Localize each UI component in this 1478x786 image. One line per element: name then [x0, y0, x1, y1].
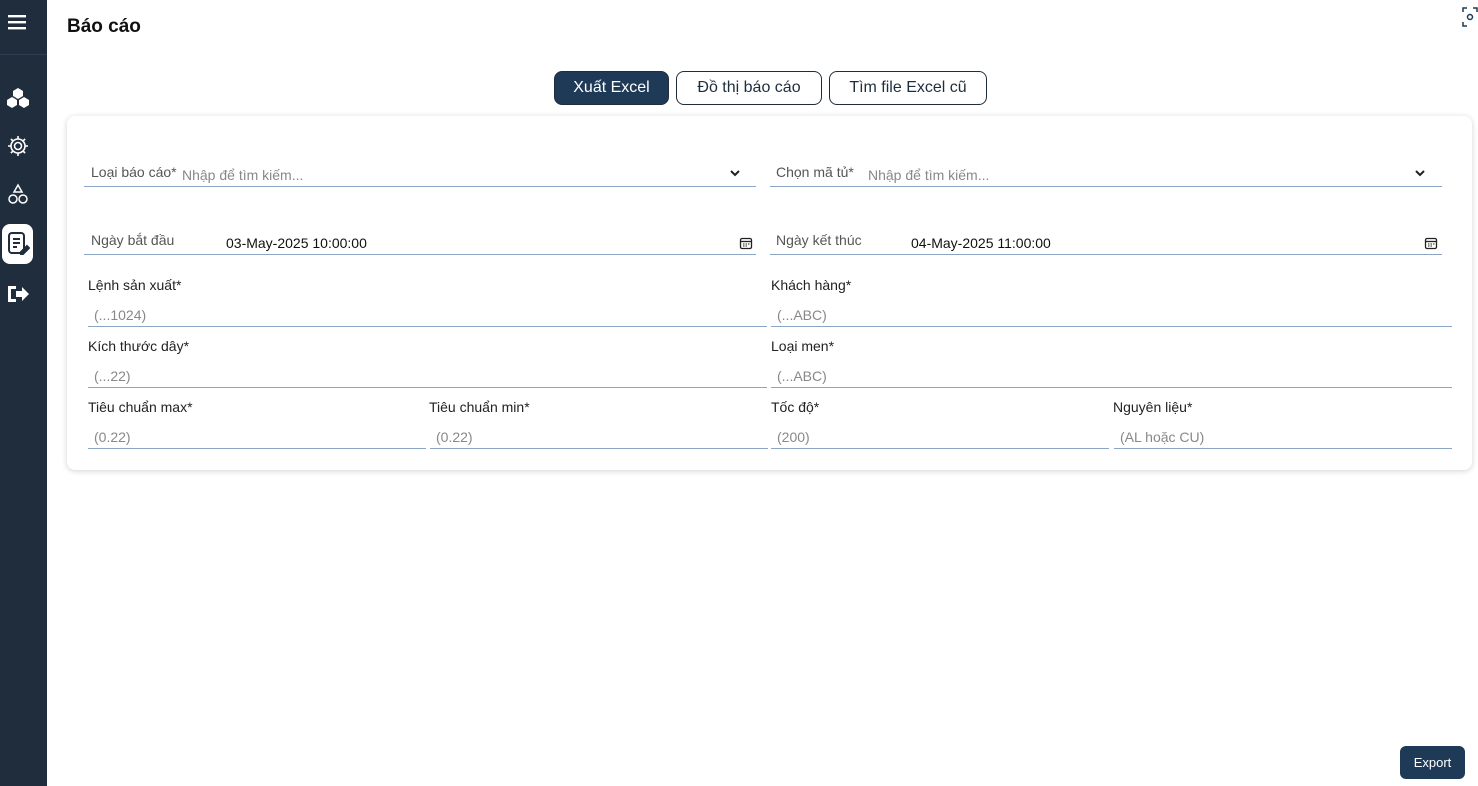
enamel-type-placeholder: (...ABC) [777, 368, 827, 384]
calendar-icon[interactable] [739, 236, 753, 250]
boxes-icon[interactable] [2, 82, 34, 114]
material-placeholder: (AL hoặc CU) [1120, 429, 1205, 445]
end-date-value: 04-May-2025 11:00:00 [911, 235, 1051, 251]
page-title: Báo cáo [67, 16, 141, 37]
report-tabs: Xuất Excel Đồ thị báo cáo Tìm file Excel… [554, 71, 987, 105]
std-max-input[interactable]: (0.22) [88, 425, 426, 449]
gear-icon[interactable] [2, 130, 34, 162]
report-type-placeholder: Nhập để tìm kiếm... [182, 167, 304, 183]
end-date-label: Ngày kết thúc [776, 232, 862, 248]
std-max-placeholder: (0.22) [94, 429, 131, 445]
chevron-down-icon[interactable] [1413, 166, 1427, 180]
screenshot-icon[interactable] [1462, 6, 1478, 28]
tab-export-excel[interactable]: Xuất Excel [554, 71, 669, 105]
material-label: Nguyên liệu* [1113, 399, 1193, 415]
cabinet-select[interactable]: Chọn mã tủ* Nhập để tìm kiếm... [770, 156, 1442, 187]
production-order-input[interactable]: (...1024) [88, 303, 767, 327]
chevron-down-icon[interactable] [728, 166, 742, 180]
material-input[interactable]: (AL hoặc CU) [1114, 425, 1452, 449]
tab-report-chart[interactable]: Đồ thị báo cáo [676, 71, 822, 105]
report-icon[interactable] [2, 224, 33, 264]
production-order-placeholder: (...1024) [94, 307, 147, 323]
report-type-select[interactable]: Loại báo cáo* Nhập để tìm kiếm... [84, 156, 756, 187]
speed-label: Tốc độ* [771, 399, 820, 415]
cabinet-placeholder: Nhập để tìm kiếm... [868, 167, 990, 183]
customer-label: Khách hàng* [771, 277, 852, 293]
materials-icon[interactable] [2, 178, 34, 210]
wire-size-placeholder: (...22) [94, 368, 131, 384]
speed-placeholder: (200) [777, 429, 810, 445]
std-min-input[interactable]: (0.22) [430, 425, 768, 449]
sidebar-divider [0, 54, 47, 55]
menu-icon[interactable] [5, 9, 29, 35]
cabinet-label: Chọn mã tủ* [776, 164, 854, 180]
std-max-label: Tiêu chuẩn max* [88, 399, 193, 415]
end-date-field[interactable]: Ngày kết thúc 04-May-2025 11:00:00 [770, 226, 1442, 255]
start-date-label: Ngày bắt đầu [91, 232, 175, 248]
logout-icon[interactable] [2, 278, 34, 310]
customer-input[interactable]: (...ABC) [771, 303, 1452, 327]
tab-find-old-excel[interactable]: Tìm file Excel cũ [829, 71, 987, 105]
report-form-card: Loại báo cáo* Nhập để tìm kiếm... Chọn m… [67, 116, 1472, 470]
report-type-label: Loại báo cáo* [91, 164, 177, 180]
wire-size-input[interactable]: (...22) [88, 364, 767, 388]
wire-size-label: Kích thước dây* [88, 338, 190, 354]
enamel-type-input[interactable]: (...ABC) [771, 364, 1452, 388]
speed-input[interactable]: (200) [771, 425, 1109, 449]
customer-placeholder: (...ABC) [777, 307, 827, 323]
start-date-value: 03-May-2025 10:00:00 [226, 235, 367, 251]
std-min-placeholder: (0.22) [436, 429, 473, 445]
production-order-label: Lệnh sản xuất* [88, 277, 182, 293]
std-min-label: Tiêu chuẩn min* [429, 399, 530, 415]
start-date-field[interactable]: Ngày bắt đầu 03-May-2025 10:00:00 [84, 226, 756, 255]
calendar-icon[interactable] [1424, 236, 1438, 250]
export-button[interactable]: Export [1400, 746, 1465, 779]
sidebar [0, 0, 47, 786]
enamel-type-label: Loại men* [771, 338, 835, 354]
